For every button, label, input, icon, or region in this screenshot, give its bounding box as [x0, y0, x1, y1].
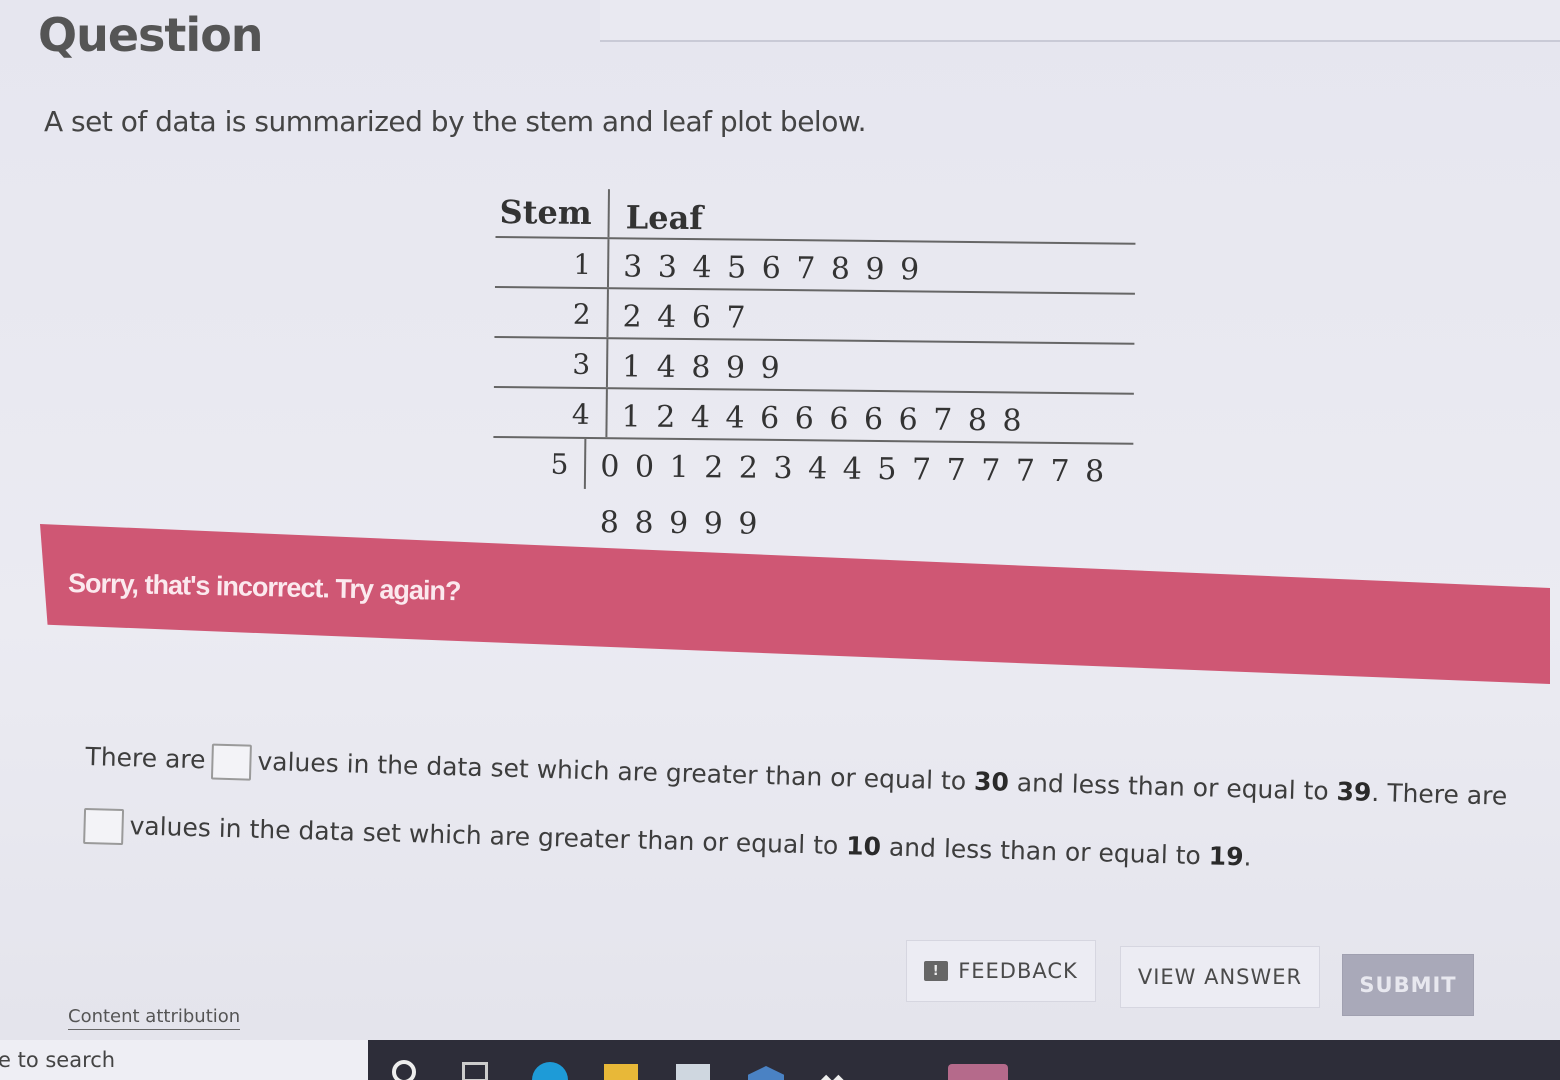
answer-text: . — [1243, 842, 1252, 872]
stem-leaf-row: 5 0 0 1 2 2 3 4 4 5 7 7 7 7 7 8 8 8 9 9 … — [492, 437, 1133, 542]
stem-value: 2 — [494, 287, 609, 338]
cortana-icon[interactable] — [392, 1060, 416, 1080]
taskbar: e to search ◆◆ — [0, 1040, 1560, 1080]
feedback-button[interactable]: ! FEEDBACK — [906, 940, 1096, 1002]
stem-leaf-plot: Stem Leaf 1 3 3 4 5 6 7 8 9 9 2 2 4 6 7 … — [492, 188, 1136, 542]
stem-leaf-row: 1 3 3 4 5 6 7 8 9 9 — [494, 237, 1136, 295]
answer-number: 30 — [973, 766, 1010, 797]
stem-leaf-header: Stem Leaf — [495, 188, 1136, 245]
taskbar-search-box[interactable]: e to search — [0, 1040, 368, 1080]
answer-line-2: values in the data set which are greater… — [83, 807, 1463, 883]
submit-button[interactable]: SUBMIT — [1342, 954, 1474, 1016]
view-answer-button[interactable]: VIEW ANSWER — [1120, 946, 1320, 1008]
header-bar — [600, 0, 1560, 42]
answer-number: 39 — [1336, 776, 1372, 807]
answer-area: There are values in the data set which ar… — [82, 740, 1508, 914]
stem-leaf-row: 2 2 4 6 7 — [494, 287, 1135, 345]
question-page: Question A set of data is summarized by … — [0, 0, 1560, 1040]
submit-label: SUBMIT — [1359, 973, 1457, 997]
question-prompt: A set of data is summarized by the stem … — [44, 105, 867, 138]
stem-leaf-row: 4 1 2 4 4 6 6 6 6 6 7 8 8 — [493, 387, 1134, 445]
exclamation-icon: ! — [924, 961, 949, 981]
view-answer-label: VIEW ANSWER — [1137, 965, 1303, 989]
stem-header: Stem — [495, 188, 610, 238]
content-attribution-link[interactable]: Content attribution — [68, 1006, 241, 1030]
answer-text: and less than or equal to — [888, 832, 1202, 871]
answer-text: There are — [85, 741, 206, 775]
page-title: Question — [38, 8, 264, 62]
answer-input-1[interactable] — [210, 743, 252, 781]
stem-value: 1 — [494, 237, 610, 288]
incorrect-banner — [40, 524, 1550, 684]
answer-text: values in the data set which are greater… — [257, 746, 967, 796]
leaf-values: 2 4 6 7 — [622, 299, 748, 336]
file-explorer-icon[interactable] — [604, 1064, 638, 1080]
answer-text: values in the data set which are greater… — [129, 811, 839, 861]
feedback-label: FEEDBACK — [958, 959, 1078, 983]
app-icon[interactable] — [948, 1064, 1008, 1080]
answer-number: 10 — [845, 831, 882, 862]
people-icon[interactable]: ◆◆ — [820, 1070, 856, 1080]
search-placeholder: e to search — [0, 1048, 116, 1072]
answer-input-2[interactable] — [83, 807, 125, 846]
stem-value: 4 — [493, 387, 608, 438]
answer-line-1: There are values in the data set which ar… — [85, 740, 1508, 815]
leaf-values: 3 3 4 5 6 7 8 9 9 — [622, 249, 922, 288]
stem-value: 3 — [493, 337, 609, 388]
store-icon[interactable] — [676, 1064, 710, 1080]
leaf-header: Leaf — [625, 198, 704, 238]
leaf-values: 1 2 4 4 6 6 6 6 6 7 8 8 — [621, 399, 1024, 439]
task-view-icon[interactable] — [462, 1062, 488, 1080]
stem-leaf-row: 3 1 4 8 9 9 — [493, 337, 1135, 395]
leaf-values: 1 4 8 9 9 — [621, 349, 782, 387]
answer-number: 19 — [1208, 841, 1244, 872]
leaf-values: 0 0 1 2 2 3 4 4 5 7 7 7 7 7 8 8 8 9 9 9 — [599, 449, 1107, 542]
answer-text: . There are — [1371, 777, 1508, 811]
stem-value: 5 — [492, 437, 587, 489]
answer-text: and less than or equal to — [1016, 768, 1330, 806]
